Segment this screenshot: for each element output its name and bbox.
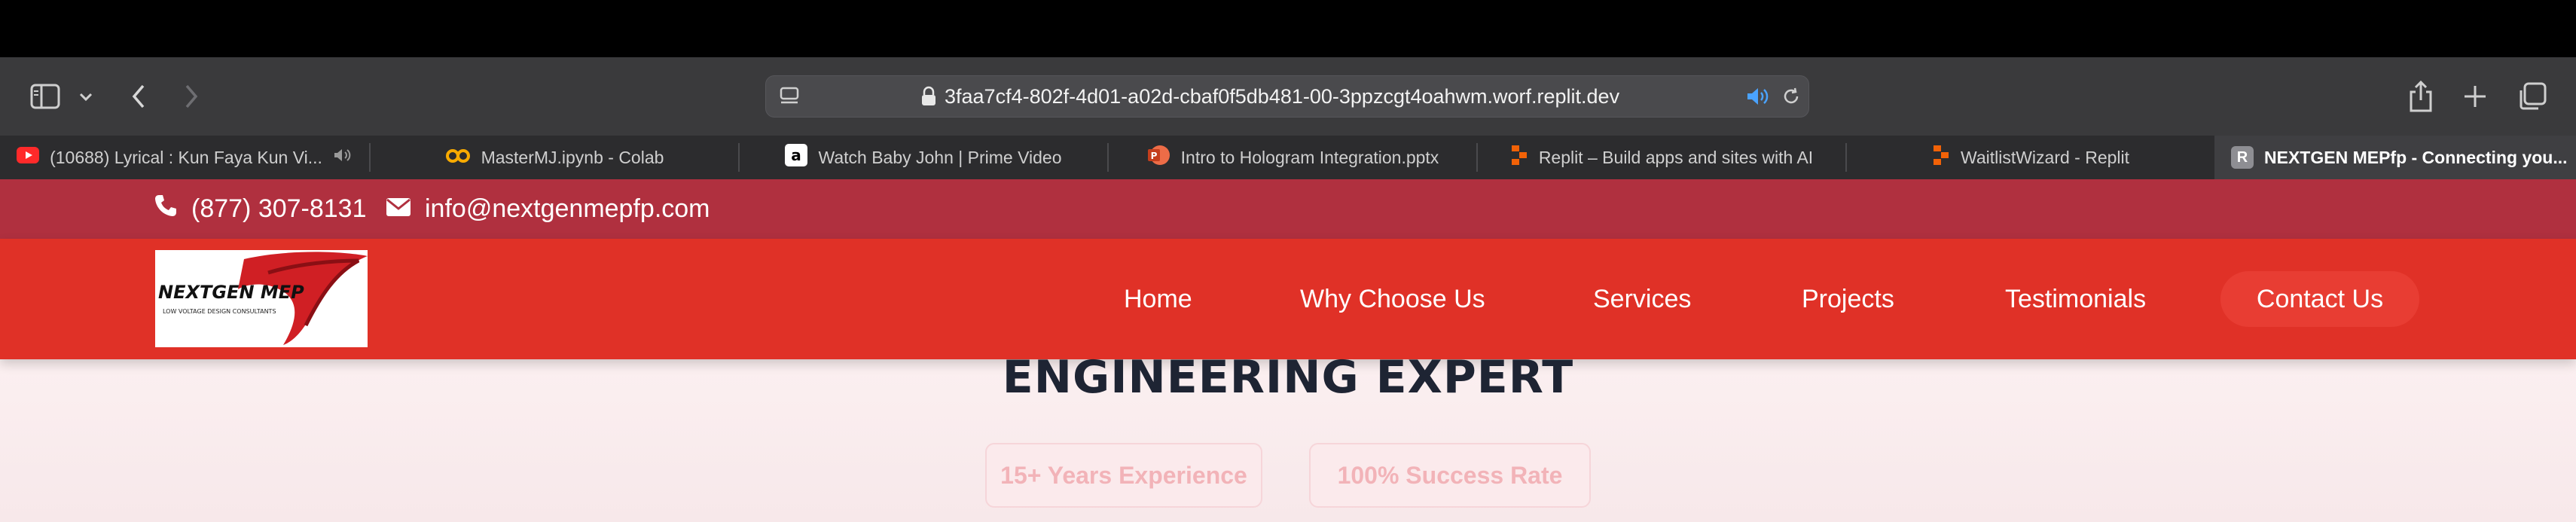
reload-icon[interactable] <box>1779 84 1803 108</box>
tab-title: Intro to Hologram Integration.pptx <box>1180 147 1439 167</box>
r-letter-icon: R <box>2231 146 2254 169</box>
nav-testimonials[interactable]: Testimonials <box>2005 239 2146 359</box>
screen-top-bar <box>0 0 2576 57</box>
contact-topbar: (877) 307-8131 info@nextgenmepfp.com <box>0 179 2576 239</box>
forward-icon[interactable] <box>179 83 203 110</box>
svg-text:NEXTGEN MEP: NEXTGEN MEP <box>158 282 304 303</box>
svg-text:P: P <box>1150 151 1157 161</box>
nav-home[interactable]: Home <box>1124 239 1192 359</box>
amazon-icon: a <box>785 144 808 171</box>
stat-badge-experience: 15+ Years Experience <box>985 443 1262 508</box>
sidebar-toggle-icon[interactable] <box>29 80 62 113</box>
phone-number[interactable]: (877) 307-8131 <box>191 194 367 224</box>
svg-text:a: a <box>792 146 802 164</box>
tab-title: MasterMJ.ipynb - Colab <box>481 147 664 167</box>
speaker-icon[interactable] <box>333 147 353 168</box>
email-contact[interactable]: info@nextgenmepfp.com <box>386 179 710 239</box>
svg-text:LOW VOLTAGE DESIGN CONSULTANTS: LOW VOLTAGE DESIGN CONSULTANTS <box>163 308 276 315</box>
url-text[interactable]: 3faa7cf4-802f-4d01-a02d-cbaf0f5db481-00-… <box>945 84 1619 109</box>
phone-contact[interactable]: (877) 307-8131 <box>154 179 367 239</box>
tab-bar: (10688) Lyrical : Kun Faya Kun Vi... Mas… <box>0 136 2576 179</box>
phone-icon <box>154 194 178 224</box>
envelope-icon <box>386 194 411 224</box>
powerpoint-icon: P <box>1146 144 1170 171</box>
tab-title: Watch Baby John | Prime Video <box>818 147 1062 167</box>
back-icon[interactable] <box>127 83 151 110</box>
company-logo[interactable]: NEXTGEN MEP LOW VOLTAGE DESIGN CONSULTAN… <box>155 250 368 347</box>
new-tab-icon[interactable] <box>2460 81 2490 111</box>
nav-why-choose-us[interactable]: Why Choose Us <box>1300 239 1485 359</box>
tab-pptx[interactable]: P Intro to Hologram Integration.pptx <box>1109 136 1476 179</box>
web-page: (877) 307-8131 info@nextgenmepfp.com NEX… <box>0 179 2576 522</box>
tab-prime-video[interactable]: a Watch Baby John | Prime Video <box>740 136 1107 179</box>
email-address[interactable]: info@nextgenmepfp.com <box>425 194 710 224</box>
tab-overview-icon[interactable] <box>2516 80 2549 113</box>
colab-icon <box>445 148 471 168</box>
youtube-icon <box>17 147 40 168</box>
nav-projects[interactable]: Projects <box>1802 239 1894 359</box>
main-navbar: NEXTGEN MEP LOW VOLTAGE DESIGN CONSULTAN… <box>0 239 2576 359</box>
tab-waitlistwizard[interactable]: WaitlistWizard - Replit <box>1847 136 2214 179</box>
speaker-icon[interactable] <box>1744 85 1770 108</box>
chevron-down-icon[interactable] <box>75 89 96 105</box>
contact-us-button[interactable]: Contact Us <box>2220 271 2419 327</box>
tab-youtube[interactable]: (10688) Lyrical : Kun Faya Kun Vi... <box>0 136 369 179</box>
tab-title: (10688) Lyrical : Kun Faya Kun Vi... <box>50 147 322 167</box>
stat-badge-success-rate: 100% Success Rate <box>1309 443 1591 508</box>
replit-icon <box>1932 144 1950 171</box>
tab-title: NEXTGEN MEPfp - Connecting you... <box>2264 147 2568 167</box>
page-menu-icon[interactable] <box>776 83 803 110</box>
share-icon[interactable] <box>2406 78 2436 114</box>
replit-icon <box>1510 144 1528 171</box>
hero-title: ENGINEERING EXPERT <box>1002 351 1574 404</box>
nav-services[interactable]: Services <box>1593 239 1691 359</box>
tab-colab[interactable]: MasterMJ.ipynb - Colab <box>371 136 738 179</box>
tab-title: Replit – Build apps and sites with AI <box>1538 147 1814 167</box>
tab-nextgen-active[interactable]: R NEXTGEN MEPfp - Connecting you... <box>2214 136 2576 179</box>
tab-replit[interactable]: Replit – Build apps and sites with AI <box>1478 136 1845 179</box>
lock-icon <box>919 84 939 108</box>
tab-title: WaitlistWizard - Replit <box>1960 147 2130 167</box>
